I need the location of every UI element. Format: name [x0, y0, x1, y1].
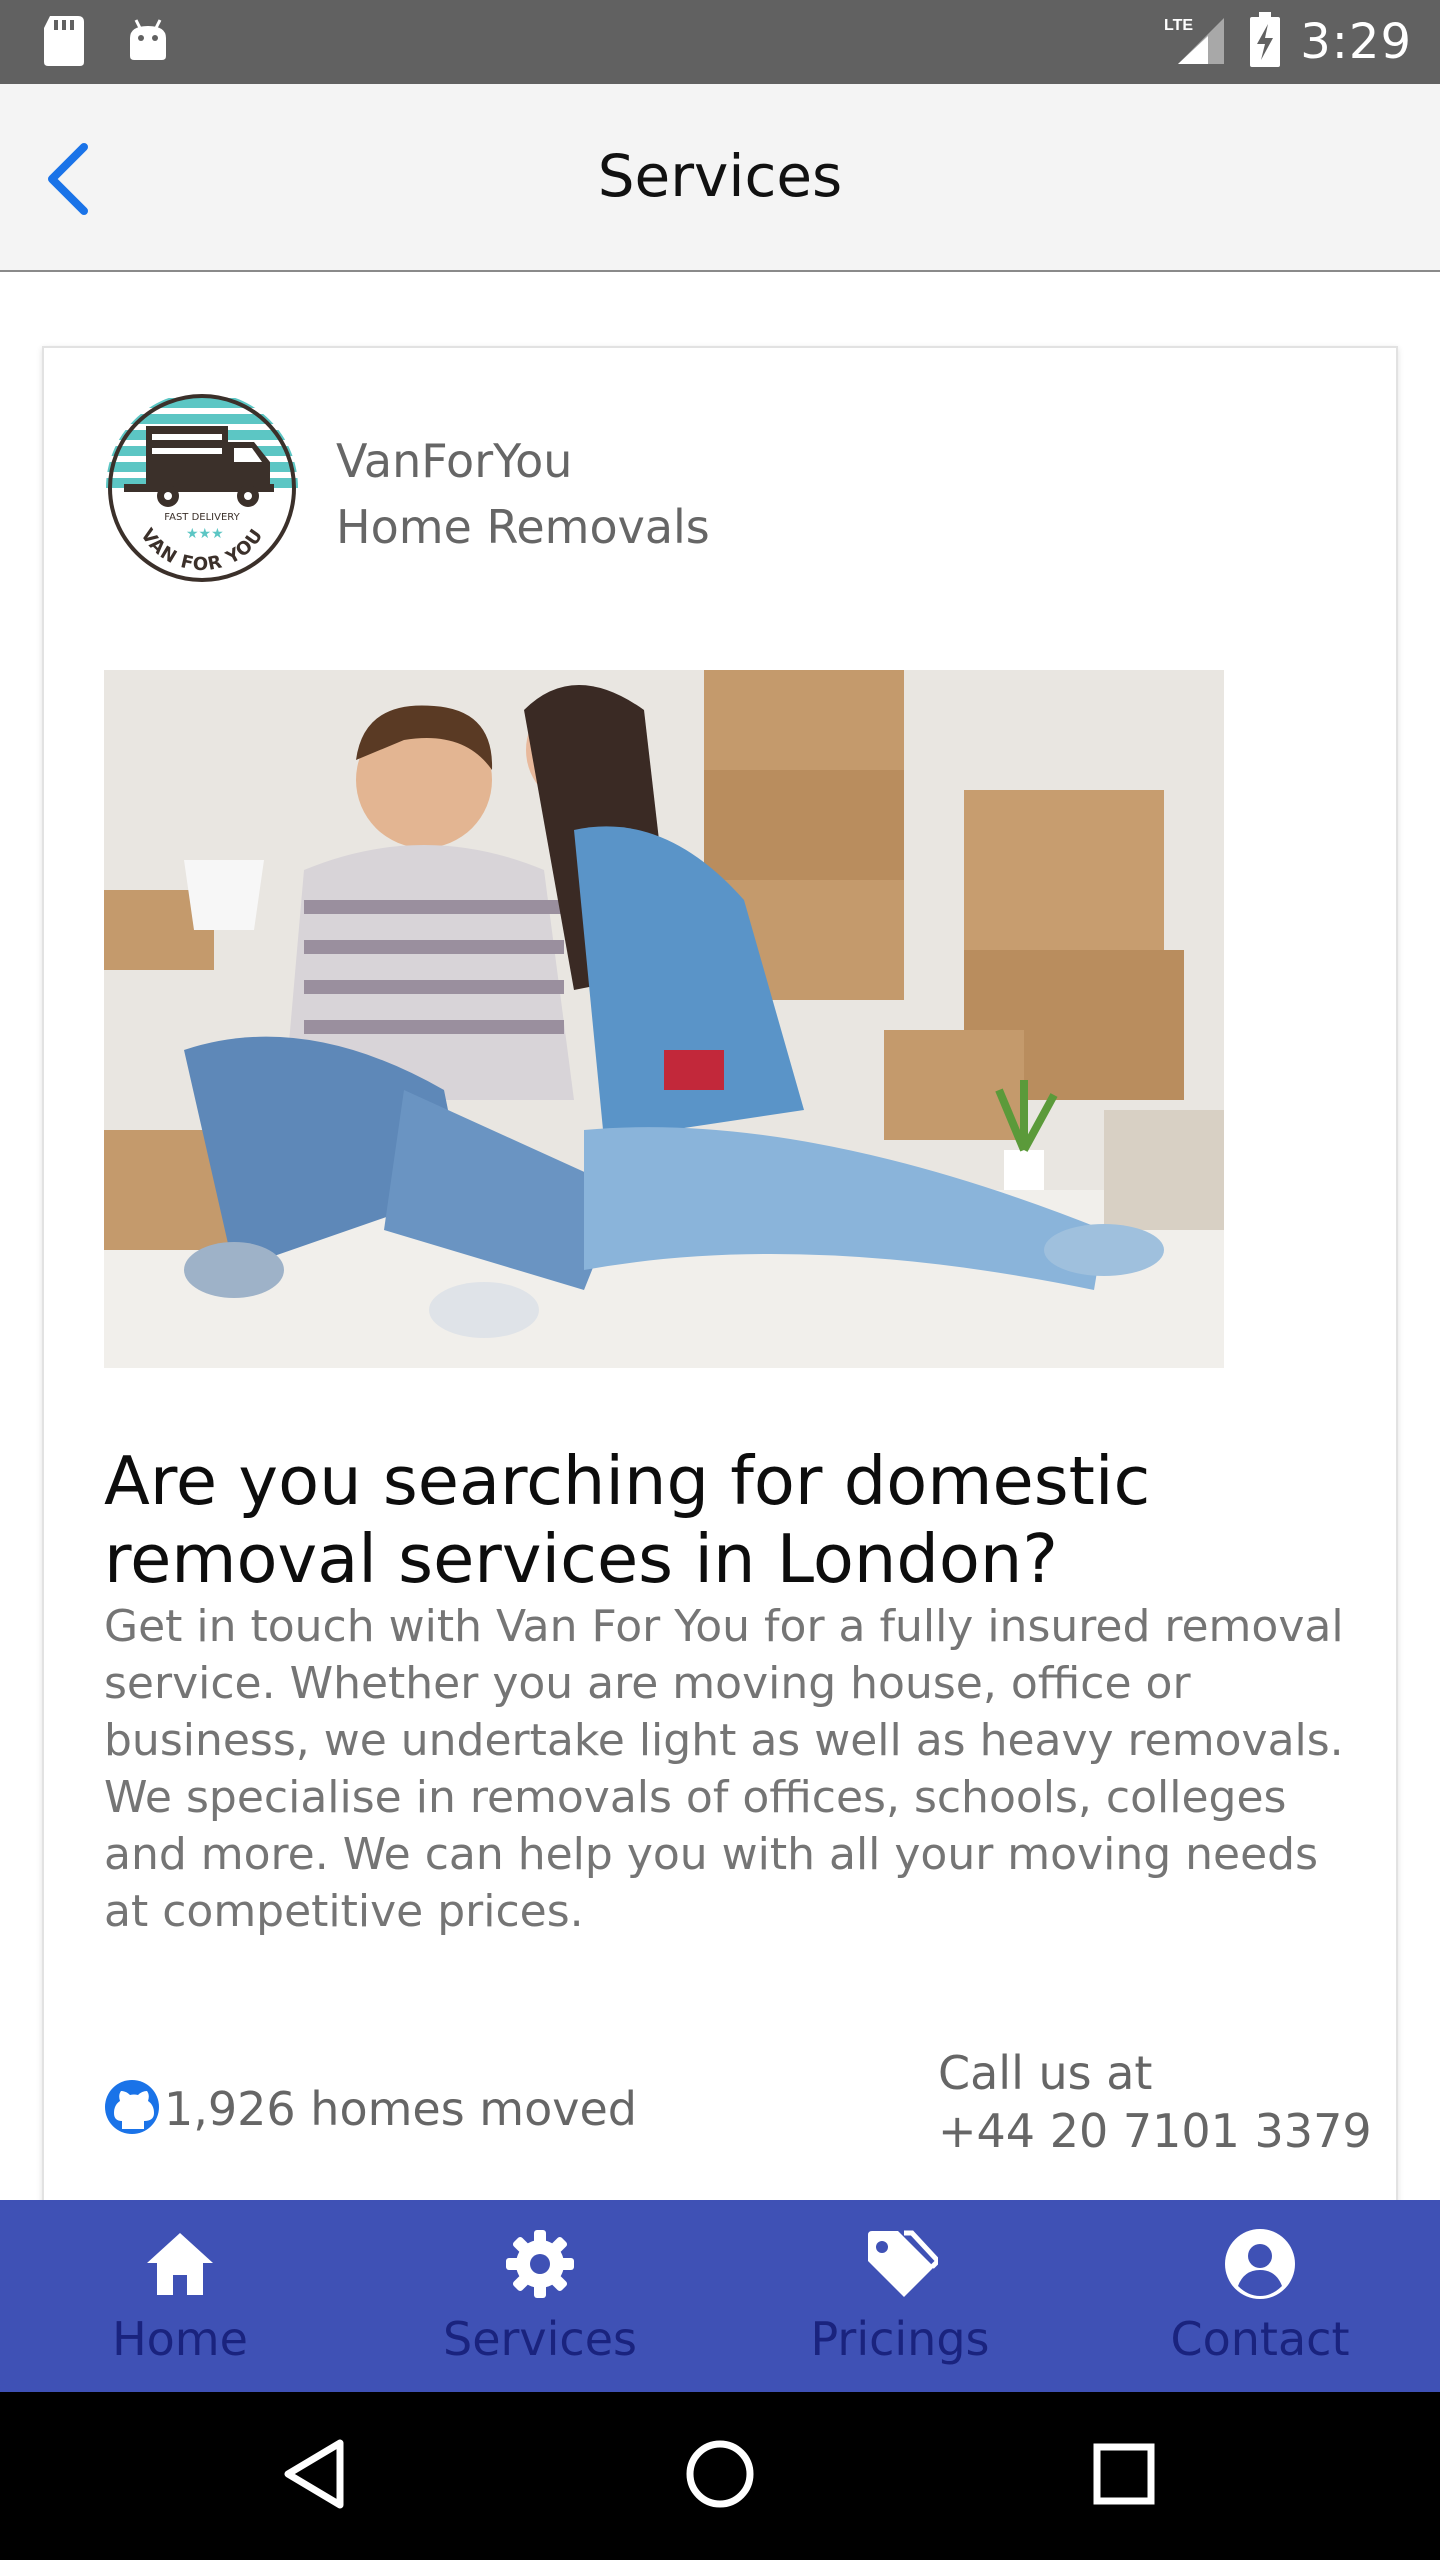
page-title: Services — [597, 142, 843, 210]
company-logo: ★★★ VAN FOR YOU FAST DELIVERY — [104, 390, 300, 586]
nav-item-services[interactable]: Services — [360, 2200, 720, 2392]
recents-square-icon — [1092, 2442, 1156, 2510]
screen: LTE 3:29 Services ★★★ VAN FOR YOU FAST D… — [0, 0, 1440, 2560]
homes-moved-text: 1,926 homes moved — [164, 2082, 637, 2136]
nav-item-home[interactable]: Home — [0, 2200, 360, 2392]
battery-charging-icon — [1248, 12, 1282, 72]
system-navigation-bar — [0, 2392, 1440, 2560]
system-home-button[interactable] — [670, 2426, 770, 2526]
github-icon — [104, 2079, 160, 2139]
user-circle-icon — [1222, 2226, 1298, 2302]
service-description: Get in touch with Van For You for a full… — [104, 1601, 1344, 1937]
call-label: Call us at — [938, 2046, 1153, 2100]
nav-label-pricings: Pricings — [810, 2312, 990, 2366]
back-triangle-icon — [282, 2439, 346, 2513]
svg-text:FAST DELIVERY: FAST DELIVERY — [164, 512, 240, 523]
status-time: 3:29 — [1300, 14, 1412, 70]
svg-text:LTE: LTE — [1164, 17, 1193, 34]
headline: Are you searching for domestic removal s… — [104, 1442, 1151, 1598]
service-card: ★★★ VAN FOR YOU FAST DELIVERY VanForYou … — [42, 346, 1398, 2206]
company-name: VanForYou — [336, 434, 573, 488]
bottom-navigation: Home Services Pricings Contact — [0, 2200, 1440, 2392]
lte-signal-icon: LTE — [1164, 12, 1230, 72]
sd-card-icon — [40, 14, 88, 68]
system-recents-button[interactable] — [1074, 2426, 1174, 2526]
homes-moved-stat: 1,926 homes moved — [104, 2074, 637, 2144]
nav-label-services: Services — [443, 2312, 637, 2366]
nav-label-contact: Contact — [1170, 2312, 1350, 2366]
svg-text:★★★: ★★★ — [186, 526, 224, 542]
company-subtitle: Home Removals — [336, 500, 710, 554]
android-icon — [124, 14, 172, 68]
home-icon — [142, 2226, 218, 2302]
nav-label-home: Home — [112, 2312, 248, 2366]
home-circle-icon — [684, 2438, 756, 2514]
gear-icon — [502, 2226, 578, 2302]
hero-image — [104, 670, 1224, 1368]
nav-item-contact[interactable]: Contact — [1080, 2200, 1440, 2392]
phone-number-link[interactable]: +44 20 7101 3379 — [938, 2102, 1372, 2160]
nav-item-pricings[interactable]: Pricings — [720, 2200, 1080, 2392]
app-bar: Services — [0, 84, 1440, 272]
status-bar: LTE 3:29 — [0, 0, 1440, 84]
tags-icon — [862, 2226, 938, 2302]
system-back-button[interactable] — [264, 2426, 364, 2526]
